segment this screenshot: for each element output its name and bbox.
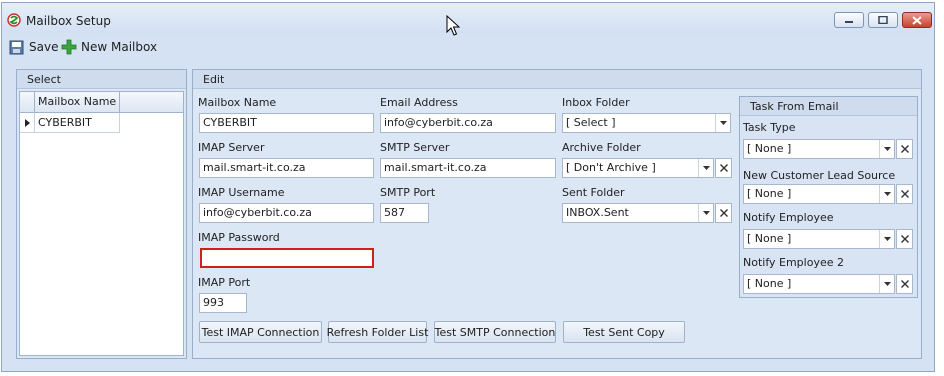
- mailbox-name-cell[interactable]: CYBERBIT: [35, 113, 120, 133]
- test-smtp-connection-button[interactable]: Test SMTP Connection: [434, 321, 556, 343]
- edit-panel-title: Edit: [203, 73, 225, 86]
- email-address-label: Email Address: [380, 96, 458, 109]
- smtp-port-label: SMTP Port: [380, 186, 436, 199]
- dropdown-arrow-icon[interactable]: [879, 185, 894, 203]
- archive-folder-value: [ Don't Archive ]: [566, 161, 656, 174]
- smtp-port-field[interactable]: 587: [380, 203, 429, 223]
- clear-x-icon: [900, 145, 909, 153]
- inbox-folder-value: [ Select ]: [566, 116, 616, 129]
- smtp-server-label: SMTP Server: [380, 141, 450, 154]
- window-title: Mailbox Setup: [26, 14, 111, 28]
- dropdown-arrow-icon[interactable]: [715, 114, 730, 132]
- lead-source-dropdown[interactable]: [ None ]: [743, 184, 895, 204]
- test-sent-copy-button[interactable]: Test Sent Copy: [563, 321, 685, 343]
- task-type-value: [ None ]: [747, 142, 792, 155]
- imap-port-label: IMAP Port: [198, 276, 251, 289]
- notify-employee-dropdown[interactable]: [ None ]: [743, 229, 895, 249]
- imap-username-field[interactable]: info@cyberbit.co.za: [199, 203, 374, 223]
- save-button[interactable]: Save: [9, 38, 58, 56]
- task-panel-header: Task From Email: [740, 97, 917, 116]
- task-type-dropdown[interactable]: [ None ]: [743, 139, 895, 159]
- clear-x-icon: [719, 209, 728, 217]
- imap-username-label: IMAP Username: [198, 186, 285, 199]
- notify-employee-clear-button[interactable]: [896, 229, 913, 249]
- column-header-mailbox-name[interactable]: Mailbox Name: [35, 92, 120, 113]
- save-disk-icon: [9, 40, 24, 54]
- mailbox-setup-window: Mailbox Setup Save New Mailbox Select Ma…: [1, 2, 935, 372]
- save-label: Save: [29, 40, 59, 54]
- archive-folder-label: Archive Folder: [562, 141, 641, 154]
- task-type-clear-button[interactable]: [896, 139, 913, 159]
- mailbox-grid[interactable]: Mailbox Name CYBERBIT: [19, 91, 184, 356]
- table-row[interactable]: CYBERBIT: [20, 113, 183, 133]
- grid-header-indicator: [20, 92, 35, 113]
- notify-employee-value: [ None ]: [747, 232, 792, 245]
- sent-folder-label: Sent Folder: [562, 186, 625, 199]
- imap-port-field[interactable]: 993: [199, 293, 247, 313]
- sent-folder-clear-button[interactable]: [715, 203, 732, 223]
- task-type-label: Task Type: [743, 121, 796, 134]
- close-button[interactable]: [902, 12, 932, 28]
- clear-x-icon: [719, 164, 728, 172]
- clear-x-icon: [900, 235, 909, 243]
- new-mailbox-button[interactable]: New Mailbox: [61, 38, 157, 56]
- imap-server-field[interactable]: mail.smart-it.co.za: [199, 158, 374, 178]
- smtp-server-field[interactable]: mail.smart-it.co.za: [380, 158, 556, 178]
- new-mailbox-label: New Mailbox: [81, 40, 158, 54]
- lead-source-clear-button[interactable]: [896, 184, 913, 204]
- select-panel-header: Select: [17, 70, 186, 89]
- dropdown-arrow-icon[interactable]: [698, 204, 713, 222]
- dropdown-arrow-icon[interactable]: [879, 275, 894, 293]
- row-pointer-icon: [20, 113, 35, 133]
- sent-folder-dropdown[interactable]: INBOX.Sent: [562, 203, 714, 223]
- archive-folder-dropdown[interactable]: [ Don't Archive ]: [562, 158, 714, 178]
- toolbar: Save New Mailbox: [2, 34, 934, 62]
- green-plus-icon: [61, 39, 77, 55]
- maximize-button[interactable]: [868, 12, 898, 28]
- refresh-folder-list-button[interactable]: Refresh Folder List: [327, 321, 428, 343]
- dropdown-arrow-icon[interactable]: [879, 140, 894, 158]
- mailbox-name-label: Mailbox Name: [198, 96, 277, 109]
- maximize-icon: [878, 16, 888, 24]
- email-address-field[interactable]: info@cyberbit.co.za: [380, 113, 556, 133]
- clear-x-icon: [900, 280, 909, 288]
- inbox-folder-label: Inbox Folder: [562, 96, 630, 109]
- imap-password-label: IMAP Password: [198, 231, 280, 244]
- edit-panel: Edit Mailbox Name CYBERBIT Email Address…: [192, 69, 922, 359]
- close-icon: [912, 15, 922, 25]
- title-bar: Mailbox Setup: [2, 3, 934, 33]
- task-from-email-panel: Task From Email Task Type [ None ] New C…: [739, 96, 918, 298]
- task-panel-title: Task From Email: [750, 100, 839, 113]
- minimize-button[interactable]: [834, 12, 864, 28]
- notify-employee-2-clear-button[interactable]: [896, 274, 913, 294]
- mailbox-name-field[interactable]: CYBERBIT: [199, 113, 374, 133]
- imap-password-field[interactable]: [200, 248, 374, 268]
- lead-source-value: [ None ]: [747, 187, 792, 200]
- imap-server-label: IMAP Server: [198, 141, 265, 154]
- notify-employee-2-dropdown[interactable]: [ None ]: [743, 274, 895, 294]
- select-panel-title: Select: [27, 73, 61, 86]
- select-panel: Select Mailbox Name CYBERBIT: [16, 69, 187, 359]
- lead-source-label: New Customer Lead Source: [743, 169, 896, 182]
- mouse-cursor-icon: [446, 15, 460, 36]
- notify-employee-label: Notify Employee: [743, 211, 834, 224]
- inbox-folder-dropdown[interactable]: [ Select ]: [562, 113, 731, 133]
- dropdown-arrow-icon[interactable]: [879, 230, 894, 248]
- clear-x-icon: [900, 190, 909, 198]
- edit-panel-header: Edit: [193, 70, 921, 89]
- notify-employee-2-label: Notify Employee 2: [743, 256, 844, 269]
- sent-folder-value: INBOX.Sent: [566, 206, 629, 219]
- test-imap-connection-button[interactable]: Test IMAP Connection: [199, 321, 322, 343]
- minimize-icon: [845, 21, 853, 23]
- notify-employee-2-value: [ None ]: [747, 277, 792, 290]
- archive-folder-clear-button[interactable]: [715, 158, 732, 178]
- dropdown-arrow-icon[interactable]: [698, 159, 713, 177]
- grid-header: Mailbox Name: [20, 92, 183, 113]
- app-logo-icon: [7, 13, 21, 27]
